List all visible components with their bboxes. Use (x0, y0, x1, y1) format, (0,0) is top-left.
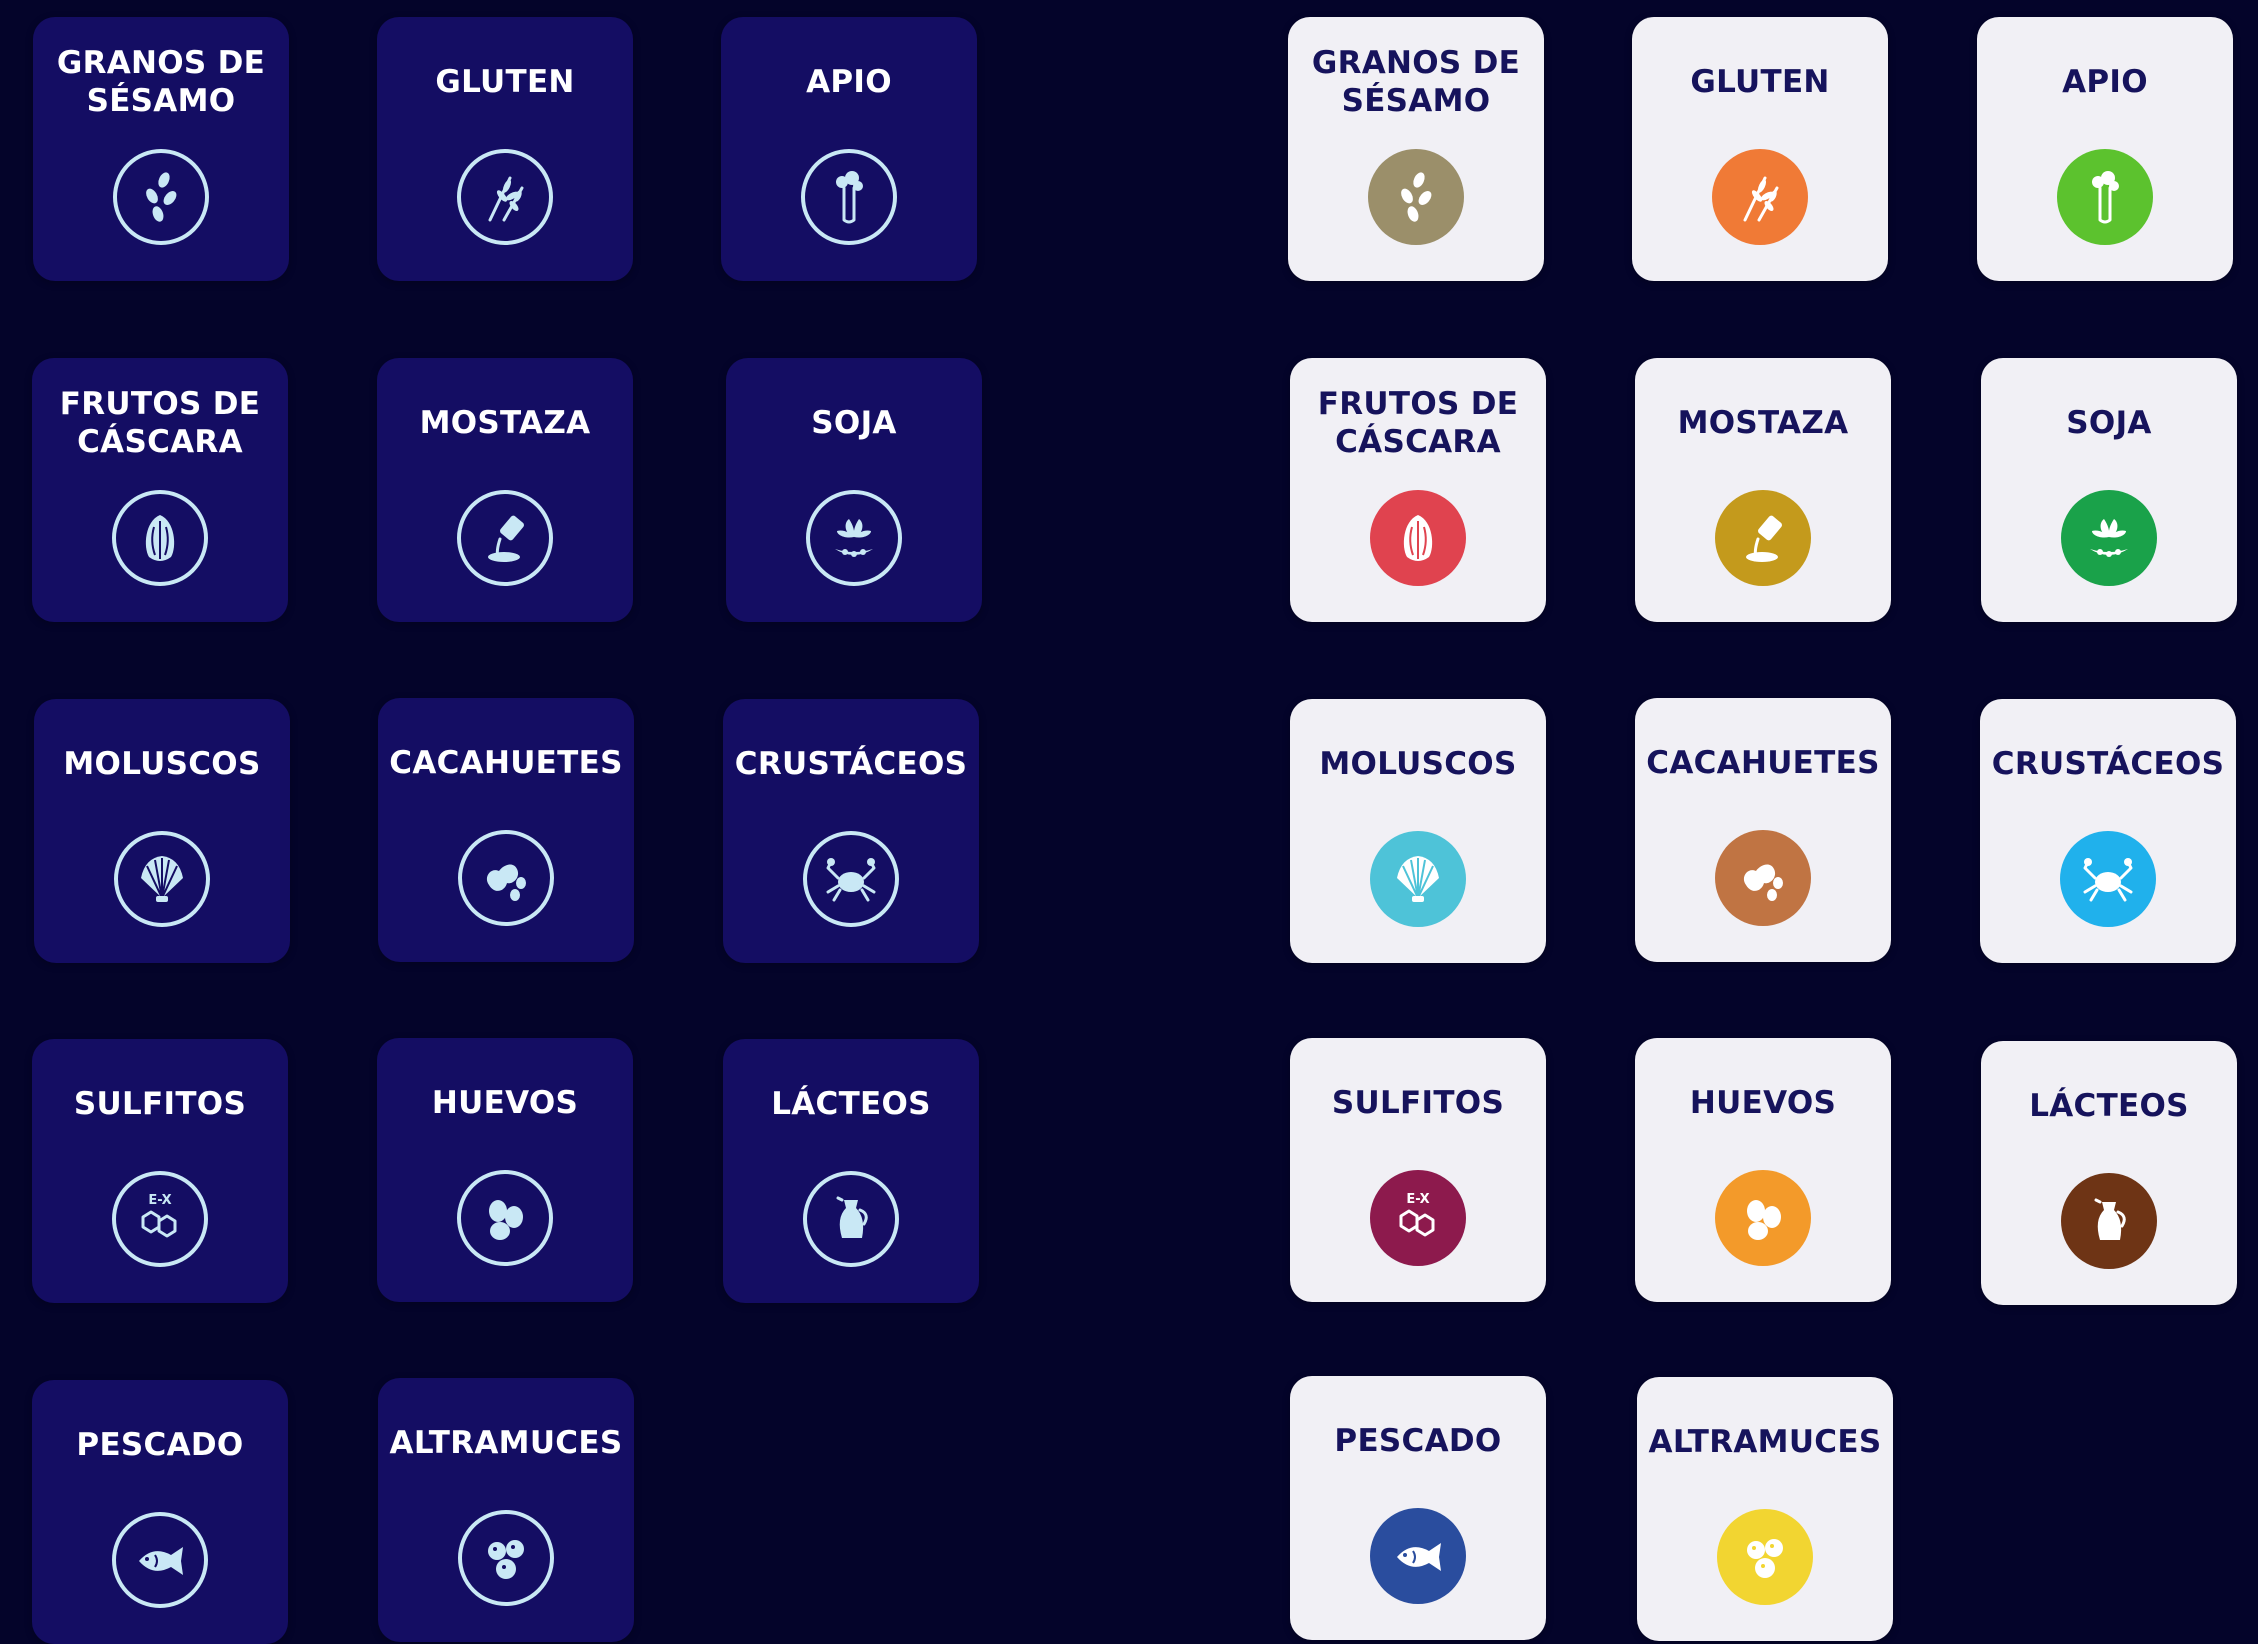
crab-icon (2060, 831, 2156, 927)
wheat-icon (457, 149, 553, 245)
allergen-tile-altramuces: ALTRAMUCES (378, 1378, 634, 1642)
allergen-label: FRUTOS DE CÁSCARA (59, 386, 261, 460)
allergen-label: ALTRAMUCES (1648, 1424, 1882, 1460)
crab-icon (803, 831, 899, 927)
allergen-label: GLUTEN (435, 64, 575, 100)
shell-icon (114, 831, 210, 927)
peanut-icon (1715, 830, 1811, 926)
sesame-icon (113, 149, 209, 245)
allergen-label: SULFITOS (73, 1086, 247, 1122)
eggs-icon (1715, 1170, 1811, 1266)
peanut-icon (458, 830, 554, 926)
allergen-label: APIO (806, 64, 892, 100)
allergen-label: PESCADO (1334, 1423, 1502, 1459)
allergen-tile-soja: SOJA (726, 358, 982, 622)
milk-jug-icon (2061, 1173, 2157, 1269)
allergen-label: GRANOS DE SÉSAMO (56, 45, 266, 119)
allergen-label: CRUSTÁCEOS (734, 746, 968, 782)
allergen-tile-crustaceos: CRUSTÁCEOS (723, 699, 979, 963)
mustard-icon (1715, 490, 1811, 586)
allergen-label: HUEVOS (431, 1085, 579, 1121)
allergen-label: MOLUSCOS (63, 746, 261, 782)
allergen-label: APIO (2062, 64, 2148, 100)
allergen-tile-frutos-de-cascara: FRUTOS DE CÁSCARA (32, 358, 288, 622)
allergen-label: CACAHUETES (1646, 745, 1880, 781)
allergen-tile-lacteos: LÁCTEOS (723, 1039, 979, 1303)
allergen-tile-lacteos: LÁCTEOS (1981, 1041, 2237, 1305)
allergen-tile-huevos: HUEVOS (1635, 1038, 1891, 1302)
allergen-tile-granos-de-sesamo: GRANOS DE SÉSAMO (33, 17, 289, 281)
allergen-label: SOJA (811, 405, 897, 441)
eggs-icon (457, 1170, 553, 1266)
allergen-tile-cacahuetes: CACAHUETES (1635, 698, 1891, 962)
allergen-tile-sulfitos: SULFITOS E-X (32, 1039, 288, 1303)
fish-icon (1370, 1508, 1466, 1604)
allergen-label: CACAHUETES (389, 745, 623, 781)
allergen-tile-frutos-de-cascara: FRUTOS DE CÁSCARA (1290, 358, 1546, 622)
allergen-label: GRANOS DE SÉSAMO (1311, 45, 1521, 119)
svg-text:E-X: E-X (1406, 1192, 1429, 1207)
allergen-tile-pescado: PESCADO (1290, 1376, 1546, 1640)
allergen-label: LÁCTEOS (2029, 1088, 2189, 1124)
sulfite-icon: E-X (112, 1171, 208, 1267)
soy-icon (806, 490, 902, 586)
allergen-tile-crustaceos: CRUSTÁCEOS (1980, 699, 2236, 963)
allergen-label: HUEVOS (1689, 1085, 1837, 1121)
milk-jug-icon (803, 1171, 899, 1267)
svg-text:E-X: E-X (148, 1193, 171, 1208)
mustard-icon (457, 490, 553, 586)
allergen-tile-gluten: GLUTEN (1632, 17, 1888, 281)
allergen-tile-moluscos: MOLUSCOS (34, 699, 290, 963)
shell-icon (1370, 831, 1466, 927)
allergen-tile-mostaza: MOSTAZA (1635, 358, 1891, 622)
celery-icon (801, 149, 897, 245)
lupin-icon (458, 1510, 554, 1606)
celery-icon (2057, 149, 2153, 245)
allergen-label: PESCADO (76, 1427, 244, 1463)
allergen-tile-cacahuetes: CACAHUETES (378, 698, 634, 962)
allergen-tile-huevos: HUEVOS (377, 1038, 633, 1302)
soy-icon (2061, 490, 2157, 586)
allergen-label: SULFITOS (1331, 1085, 1505, 1121)
allergen-tile-apio: APIO (721, 17, 977, 281)
allergen-label: ALTRAMUCES (389, 1425, 623, 1461)
allergen-label: LÁCTEOS (771, 1086, 931, 1122)
allergen-label: SOJA (2066, 405, 2152, 441)
allergen-label: CRUSTÁCEOS (1991, 746, 2225, 782)
nut-icon (1370, 490, 1466, 586)
allergen-tile-moluscos: MOLUSCOS (1290, 699, 1546, 963)
allergen-label: MOSTAZA (1677, 405, 1849, 441)
lupin-icon (1717, 1509, 1813, 1605)
sulfite-icon: E-X (1370, 1170, 1466, 1266)
allergen-tile-altramuces: ALTRAMUCES (1637, 1377, 1893, 1641)
fish-icon (112, 1512, 208, 1608)
allergen-label: FRUTOS DE CÁSCARA (1317, 386, 1519, 460)
allergen-tile-sulfitos: SULFITOS E-X (1290, 1038, 1546, 1302)
allergen-label: MOSTAZA (419, 405, 591, 441)
allergen-tile-apio: APIO (1977, 17, 2233, 281)
allergen-label: MOLUSCOS (1319, 746, 1517, 782)
nut-icon (112, 490, 208, 586)
sesame-icon (1368, 149, 1464, 245)
allergen-tile-granos-de-sesamo: GRANOS DE SÉSAMO (1288, 17, 1544, 281)
allergen-tile-pescado: PESCADO (32, 1380, 288, 1644)
allergen-label: GLUTEN (1690, 64, 1830, 100)
allergen-tile-soja: SOJA (1981, 358, 2237, 622)
allergen-tile-mostaza: MOSTAZA (377, 358, 633, 622)
wheat-icon (1712, 149, 1808, 245)
allergen-tile-gluten: GLUTEN (377, 17, 633, 281)
